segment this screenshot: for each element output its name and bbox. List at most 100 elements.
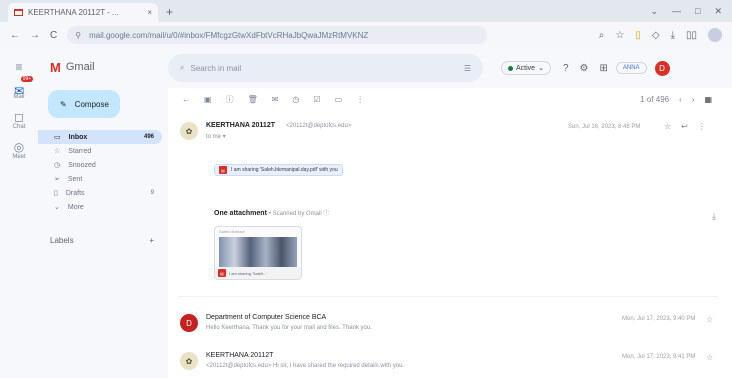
gmail-logo[interactable]: M Gmail — [38, 48, 168, 86]
attachment-caption: Saleh.bkrmani — [219, 229, 245, 234]
account-workspace-label[interactable]: ANNA — [615, 62, 647, 74]
attachment-thumbnail[interactable]: Saleh.bkrmani ▤ I am sharing 'Saleh...' — [214, 226, 302, 280]
add-task-icon[interactable]: ☑ — [313, 95, 320, 104]
star-icon[interactable]: ☆ — [706, 353, 713, 362]
sidebar-item-sent[interactable]: ➢ Sent — [38, 172, 162, 186]
star-icon: ☆ — [54, 148, 61, 155]
active-dot-icon — [508, 65, 513, 71]
tab-search-icon[interactable]: ⌄ — [650, 6, 658, 17]
close-tab-icon[interactable]: × — [147, 8, 152, 17]
next-page-icon[interactable]: › — [692, 95, 695, 104]
search-bar[interactable]: ⌕ Search in mail ☰ — [168, 54, 483, 82]
minimize-icon[interactable]: — — [672, 6, 681, 17]
topbar-icons: ? ⚙ ⊞ — [563, 63, 608, 74]
search-input[interactable]: Search in mail — [190, 64, 241, 73]
apps-grid-icon[interactable]: ⊞ — [599, 63, 607, 74]
gmail-topbar: ⌕ Search in mail ☰ Active ⌄ ? ⚙ ⊞ ANNA D — [168, 48, 732, 88]
scan-note: • Scanned by Gmail ⓘ — [268, 211, 330, 217]
pdf-icon: ▤ — [219, 166, 227, 174]
back-to-inbox-icon[interactable]: ← — [182, 95, 190, 104]
close-window-icon[interactable]: ✕ — [714, 6, 722, 17]
attachment-preview-image — [219, 237, 297, 267]
sender-avatar[interactable]: ✿ — [180, 122, 198, 140]
new-tab-button[interactable]: + — [166, 5, 173, 19]
inbox-icon: ▭ — [54, 134, 61, 141]
bookmark-star-icon[interactable]: ☆ — [615, 30, 624, 41]
status-label: Active — [516, 64, 536, 72]
download-all-icon[interactable]: ⤓ — [712, 211, 716, 222]
search-options-icon[interactable]: ☰ — [464, 64, 471, 73]
extension-icon[interactable]: ▯ — [635, 30, 641, 41]
attachment-name: I am sharing 'Saleh...' — [229, 270, 268, 276]
sidebar-item-starred[interactable]: ☆ Starred — [38, 144, 162, 158]
sidebar-item-inbox[interactable]: ▭ Inbox 496 — [38, 130, 162, 144]
gmail-wordmark: Gmail — [65, 61, 95, 73]
sidebar-item-label: Starred — [68, 147, 92, 155]
add-label-icon[interactable]: + — [149, 236, 154, 245]
back-icon[interactable]: ← — [10, 30, 20, 41]
archive-icon[interactable]: ▣ — [204, 95, 212, 104]
window-controls: ⌄ — □ ✕ — [650, 6, 732, 22]
mark-unread-icon[interactable]: ✉ — [272, 95, 279, 104]
unread-count: 496 — [143, 134, 154, 140]
message-snippet: <20112t@deptofcs.edu> Hi sir, I have sha… — [206, 363, 405, 369]
browser-tab[interactable]: KEERTHANA 20112T - ... × — [8, 3, 158, 22]
extensions-puzzle-icon[interactable]: ◇ — [652, 30, 660, 41]
message-toolbar: ← ▣ ⓘ 🗑 ✉ ◷ ☑ ▭ ⋮ 1 of 496 ‹ › ▦ — [168, 88, 726, 110]
sidebar-item-more[interactable]: ⌄ More — [38, 200, 162, 214]
sidebar-item-label: Snoozed — [68, 161, 96, 169]
pencil-icon: ✎ — [60, 99, 67, 109]
sender-avatar: D — [180, 314, 198, 332]
site-info-icon[interactable]: ⚲ — [75, 31, 81, 40]
url-field[interactable]: ⚲ mail.google.com/mail/u/0/#inbox/FMfcgz… — [67, 26, 488, 44]
delete-icon[interactable]: 🗑 — [248, 95, 258, 104]
sidebar-item-snoozed[interactable]: ◷ Snoozed — [38, 158, 162, 172]
maximize-icon[interactable]: □ — [695, 6, 700, 17]
compose-button[interactable]: ✎ Compose — [48, 90, 120, 118]
sidebar-item-label: More — [67, 203, 84, 211]
zoom-icon[interactable]: ⌕ — [599, 30, 605, 41]
star-icon[interactable]: ☆ — [664, 122, 671, 131]
profile-avatar[interactable] — [708, 28, 722, 42]
recipient-line[interactable]: to me ▾ — [206, 133, 226, 140]
reply-icon[interactable]: ↩ — [681, 122, 688, 131]
report-spam-icon[interactable]: ⓘ — [226, 94, 234, 105]
account-avatar[interactable]: D — [654, 60, 670, 76]
main-menu-icon[interactable]: ≡ — [15, 60, 22, 74]
reload-icon[interactable]: C — [50, 30, 57, 41]
app-rail: ≡ ✉ 99+ Mail ◻ Chat ◎ Meet — [0, 48, 38, 378]
sender-avatar: ✿ — [180, 352, 198, 370]
thread-message[interactable]: D Department of Computer Science BCA Hel… — [178, 312, 718, 340]
rail-menu[interactable]: ≡ — [0, 60, 38, 74]
status-selector[interactable]: Active ⌄ — [501, 61, 551, 75]
message-date: Mon, Jul 17, 2023, 9:41 PM — [622, 354, 696, 360]
rail-item-meet[interactable]: ◎ Meet — [0, 140, 38, 160]
move-to-icon[interactable]: ▭ — [335, 95, 343, 104]
thread-message[interactable]: ✿ KEERTHANA 20112T <20112t@deptofcs.edu>… — [178, 350, 718, 378]
snooze-icon[interactable]: ◷ — [292, 95, 299, 104]
sender-name[interactable]: KEERTHANA 20112T — [206, 122, 275, 129]
settings-gear-icon[interactable]: ⚙ — [580, 63, 589, 74]
more-vert-icon[interactable]: ⋮ — [698, 122, 706, 131]
input-tools-icon[interactable]: ▦ — [704, 95, 712, 104]
more-vert-icon[interactable]: ⋮ — [356, 95, 364, 104]
mail-unread-badge: 99+ — [20, 76, 34, 82]
sidebar-item-drafts[interactable]: ▯ Drafts 9 — [38, 186, 162, 200]
draft-icon: ▯ — [54, 190, 58, 197]
sidepanel-icon[interactable]: ▯▯ — [686, 30, 697, 41]
divider — [178, 296, 718, 297]
send-icon: ➢ — [54, 176, 60, 183]
page-info: 1 of 496 — [640, 94, 670, 104]
pagination: 1 of 496 ‹ › ▦ — [640, 95, 726, 104]
search-icon[interactable]: ⌕ — [180, 63, 184, 73]
star-icon[interactable]: ☆ — [706, 315, 713, 324]
forward-icon[interactable]: → — [30, 30, 40, 41]
shared-file-chip[interactable]: ▤ I am sharing 'Saleh.bkrmanipal.day.pdf… — [214, 164, 343, 176]
message-pane: ← ▣ ⓘ 🗑 ✉ ◷ ☑ ▭ ⋮ 1 of 496 ‹ › ▦ ✿ KEERT… — [168, 88, 726, 378]
rail-item-chat[interactable]: ◻ Chat — [0, 110, 38, 130]
download-toolbar-icon[interactable]: ⤓ — [671, 30, 675, 41]
help-icon[interactable]: ? — [563, 63, 569, 74]
rail-item-mail[interactable]: ✉ 99+ Mail — [0, 76, 38, 100]
attachment-count: One attachment — [214, 210, 267, 217]
prev-page-icon[interactable]: ‹ — [679, 95, 682, 104]
